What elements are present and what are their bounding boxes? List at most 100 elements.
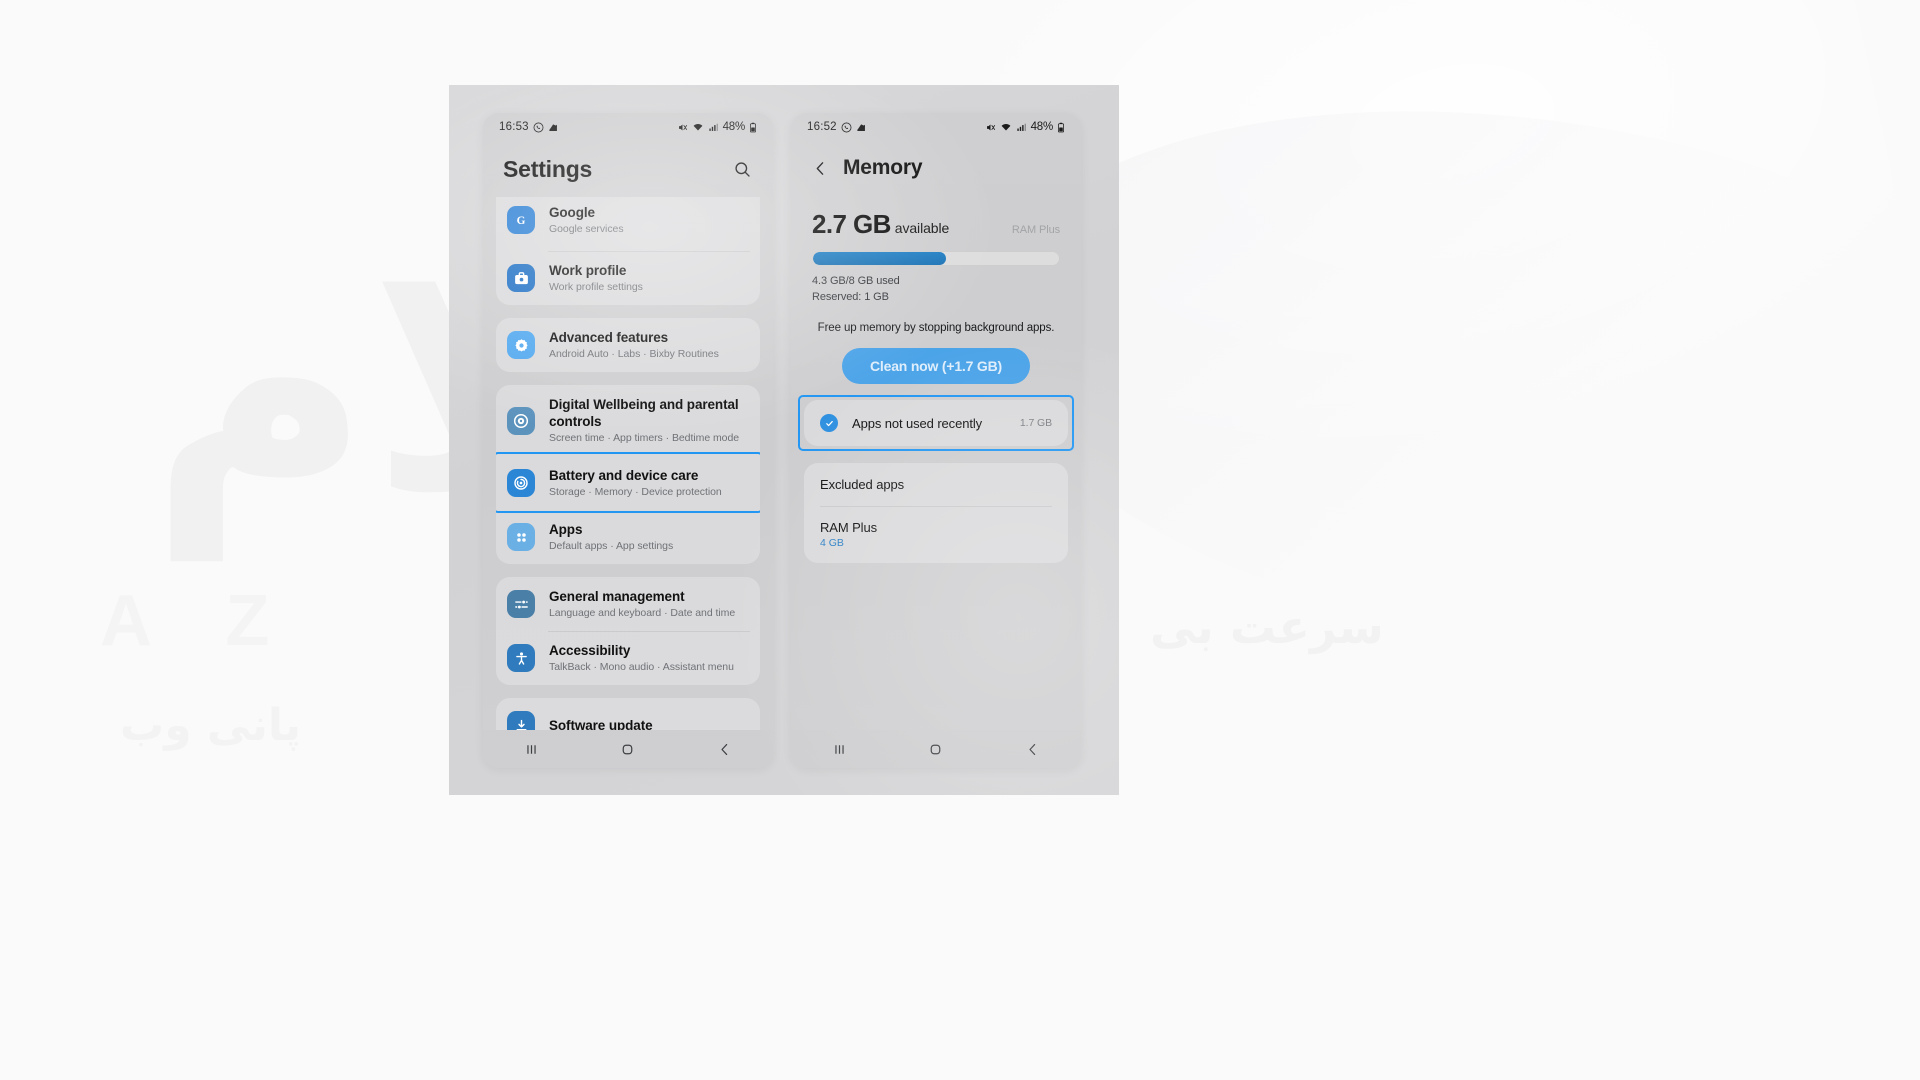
recents-button[interactable] [813, 734, 865, 764]
clean-now-wrapper: Clean now (+1.7 GB) [812, 348, 1060, 384]
back-button[interactable] [699, 734, 751, 764]
setting-subtitle: Work profile settings [549, 281, 643, 293]
recents-button[interactable] [505, 734, 557, 764]
phone-right-memory: 16:52 48% Memory 2.7 GB available RAM Pl… [791, 113, 1081, 768]
memory-reserved-text: Reserved: 1 GB [812, 291, 889, 303]
setting-subtitle: Android Auto · Labs · Bixby Routines [549, 348, 719, 360]
signal-icon [708, 122, 719, 133]
battery-icon [749, 122, 757, 133]
left-status-time: 16:53 [499, 121, 529, 133]
setting-subtitle: Screen time · App timers · Bedtime mode [549, 432, 740, 444]
sidebar-item-battery-and-device-care[interactable]: Battery and device care Storage · Memory… [496, 456, 760, 510]
setting-title: Battery and device care [549, 468, 699, 483]
memory-usage-bar-fill [813, 252, 946, 265]
apps-not-used-card: Apps not used recently 1.7 GB [804, 400, 1068, 446]
work-profile-icon [507, 264, 535, 292]
setting-title: Software update [549, 717, 653, 731]
settings-header: Settings [483, 141, 773, 197]
apps-icon [507, 523, 535, 551]
settings-group-wellbeing-care-apps: Digital Wellbeing and parental controls … [496, 385, 760, 564]
home-button[interactable] [910, 734, 962, 764]
memory-available-value: 2.7 GB [812, 209, 891, 239]
right-status-time: 16:52 [807, 121, 837, 133]
ram-plus-tag: RAM Plus [1011, 224, 1060, 236]
right-status-bar: 16:52 48% [791, 113, 1081, 141]
sidebar-item-apps[interactable]: Apps Default apps · App settings [496, 510, 760, 564]
apps-not-used-label: Apps not used recently [852, 415, 983, 431]
setting-title: Apps [549, 522, 583, 537]
sidebar-item-general-management[interactable]: General management Language and keyboard… [496, 577, 760, 631]
clean-now-button[interactable]: Clean now (+1.7 GB) [842, 348, 1030, 384]
back-button[interactable] [1007, 734, 1059, 764]
sidebar-item-google[interactable]: G Google Google services [496, 197, 760, 251]
checkmark-icon[interactable] [820, 414, 838, 432]
page-title: Memory [843, 156, 923, 179]
setting-subtitle: Default apps · App settings [549, 540, 674, 552]
memory-header: Memory [791, 141, 1081, 195]
ram-plus-value: 4 GB [820, 537, 844, 549]
sidebar-item-digital-wellbeing[interactable]: Digital Wellbeing and parental controls … [496, 385, 760, 456]
setting-subtitle: TalkBack · Mono audio · Assistant menu [549, 661, 734, 673]
right-battery-percent: 48% [1030, 121, 1054, 133]
memory-available-word: available [894, 220, 950, 236]
left-navigation-bar [483, 730, 773, 768]
settings-group-software-update: Software update [496, 698, 760, 730]
memory-note: Free up memory by stopping background ap… [817, 322, 1055, 334]
ram-plus-label: RAM Plus [820, 520, 877, 535]
watermark-persian-right-text: سرعت بی [1150, 600, 1384, 654]
accessibility-icon [507, 644, 535, 672]
setting-title: Advanced features [549, 330, 669, 345]
whatsapp-icon [533, 122, 544, 133]
app-notification-icon [856, 122, 867, 133]
setting-title: Accessibility [549, 643, 631, 658]
google-icon: G [507, 205, 535, 234]
setting-subtitle: Language and keyboard · Date and time [549, 607, 736, 619]
settings-group-general: General management Language and keyboard… [496, 577, 760, 685]
watermark-latin-text: A Z [100, 581, 298, 661]
battery-icon [1057, 122, 1065, 133]
memory-summary: 2.7 GB available RAM Plus 4.3 GB/8 GB use… [804, 195, 1068, 384]
setting-title: Work profile [549, 263, 627, 278]
memory-used-text: 4.3 GB/8 GB used [812, 275, 900, 287]
search-icon[interactable] [730, 157, 754, 181]
right-navigation-bar [791, 730, 1081, 768]
phone-left-settings: 16:53 48% Settings G Google Google servi… [483, 113, 773, 768]
battery-device-care-icon [507, 469, 535, 497]
excluded-apps-row[interactable]: Excluded apps [804, 463, 1068, 506]
wifi-icon [692, 122, 704, 133]
app-notification-icon [548, 122, 559, 133]
svg-text:G: G [517, 215, 526, 227]
signal-icon [1016, 122, 1027, 133]
highlighted-memory-row-wrapper: Apps not used recently 1.7 GB [798, 395, 1074, 451]
setting-title: General management [549, 589, 685, 604]
ram-plus-row[interactable]: RAM Plus 4 GB [804, 506, 1068, 563]
left-battery-percent: 48% [722, 121, 746, 133]
highlighted-setting-wrapper: Battery and device care Storage · Memory… [496, 452, 760, 513]
excluded-apps-label: Excluded apps [820, 477, 904, 492]
whatsapp-icon [841, 122, 852, 133]
settings-group-accounts: G Google Google services Work profile Wo… [496, 197, 760, 305]
mute-icon [677, 122, 688, 133]
wifi-icon [1000, 122, 1012, 133]
setting-subtitle: Storage · Memory · Device protection [549, 486, 722, 498]
sidebar-item-work-profile[interactable]: Work profile Work profile settings [496, 251, 760, 305]
back-arrow-icon[interactable] [811, 158, 829, 178]
setting-subtitle: Google services [549, 222, 624, 235]
right-screen: 16:52 48% Memory 2.7 GB available RAM Pl… [791, 113, 1081, 768]
left-status-bar: 16:53 48% [483, 113, 773, 141]
apps-not-used-recently-row[interactable]: Apps not used recently 1.7 GB [804, 400, 1068, 446]
phone-screenshots-stage: 16:53 48% Settings G Google Google servi… [449, 85, 1119, 795]
digital-wellbeing-icon [507, 406, 535, 435]
software-update-icon [507, 711, 535, 730]
memory-body: 2.7 GB available RAM Plus 4.3 GB/8 GB use… [791, 195, 1081, 730]
general-management-icon [507, 590, 535, 618]
memory-available: 2.7 GB available [812, 209, 949, 240]
sidebar-item-advanced-features[interactable]: Advanced features Android Auto · Labs · … [496, 318, 760, 372]
left-screen: 16:53 48% Settings G Google Google servi… [483, 113, 773, 768]
page-title: Settings [503, 155, 593, 182]
sidebar-item-accessibility[interactable]: Accessibility TalkBack · Mono audio · As… [496, 631, 760, 685]
setting-title: Google [549, 204, 595, 220]
sidebar-item-software-update[interactable]: Software update [496, 698, 760, 730]
home-button[interactable] [602, 734, 654, 764]
settings-list[interactable]: G Google Google services Work profile Wo… [483, 197, 773, 730]
